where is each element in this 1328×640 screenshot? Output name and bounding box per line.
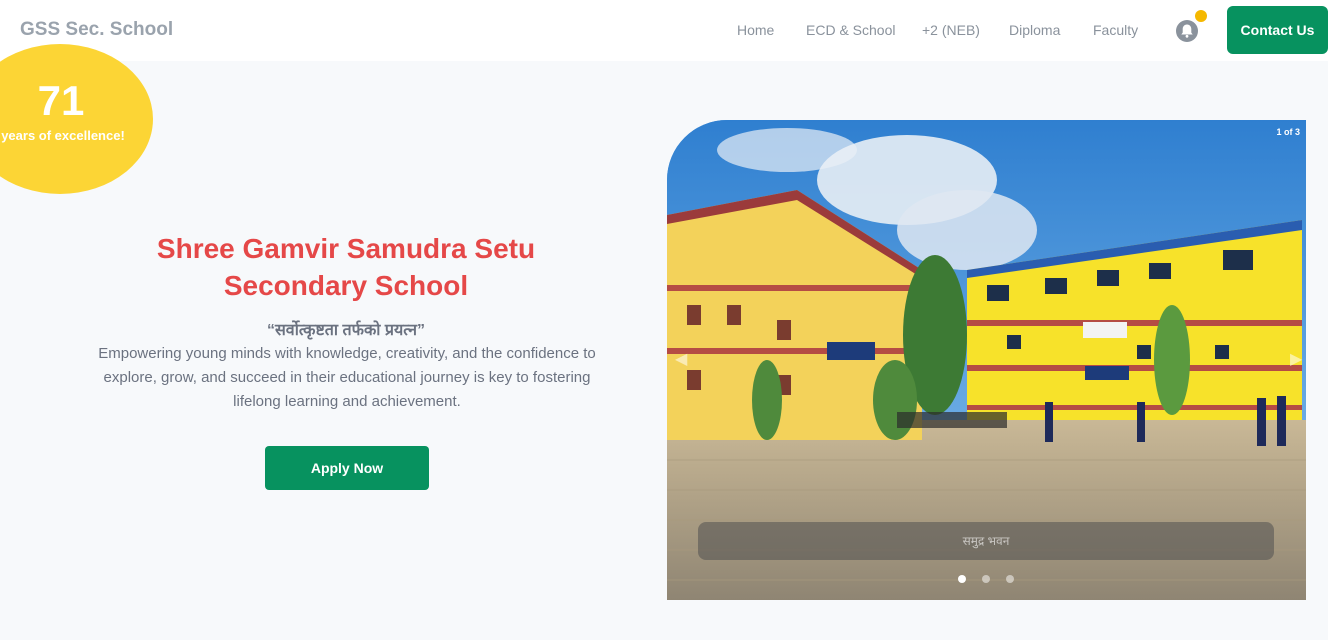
school-motto: “सर्वोत्कृष्टता तर्फको प्रयत्न” bbox=[266, 322, 426, 339]
slide-counter: 1 of 3 bbox=[1276, 127, 1300, 137]
navbar: GSS Sec. School Home ECD & School +2 (NE… bbox=[0, 0, 1328, 61]
chevron-right-icon[interactable]: ▶ bbox=[1290, 352, 1302, 368]
carousel-dot-3[interactable] bbox=[1006, 575, 1014, 583]
nav-link-faculty[interactable]: Faculty bbox=[1093, 22, 1138, 38]
notification-dot bbox=[1195, 10, 1207, 22]
school-title: Shree Gamvir Samudra Setu Secondary Scho… bbox=[156, 233, 536, 301]
nav-link-ecd-school[interactable]: ECD & School bbox=[806, 22, 895, 38]
carousel-dot-1[interactable] bbox=[958, 575, 966, 583]
chevron-left-icon[interactable]: ◀ bbox=[675, 352, 687, 368]
nav-link-plus2-neb[interactable]: +2 (NEB) bbox=[922, 22, 980, 38]
bell-icon[interactable] bbox=[1175, 19, 1199, 43]
contact-us-button[interactable]: Contact Us bbox=[1227, 6, 1328, 54]
image-carousel[interactable]: 1 of 3 ◀ ▶ समुद्र भवन bbox=[667, 120, 1306, 600]
main-nav: Home ECD & School +2 (NEB) Diploma Facul… bbox=[0, 22, 1328, 42]
nav-link-home[interactable]: Home bbox=[737, 22, 774, 38]
slide-caption: समुद्र भवन bbox=[698, 522, 1274, 560]
apply-now-button[interactable]: Apply Now bbox=[265, 446, 429, 490]
nav-link-diploma[interactable]: Diploma bbox=[1009, 22, 1060, 38]
years-badge-text: years of excellence! bbox=[1, 128, 125, 143]
hero-description: Empowering young minds with knowledge, c… bbox=[98, 345, 596, 410]
carousel-dot-2[interactable] bbox=[982, 575, 990, 583]
years-badge-number: 71 bbox=[37, 77, 85, 124]
